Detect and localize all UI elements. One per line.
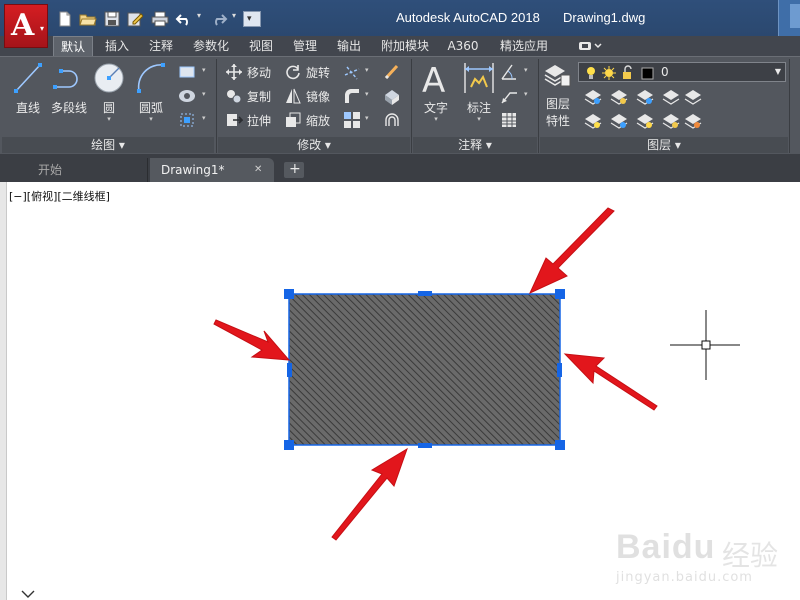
chevron-down-icon: ▾	[39, 24, 44, 33]
watermark-brand: Baidu	[616, 528, 716, 566]
autocad-logo-icon: A	[11, 8, 35, 43]
arrow-bottom	[331, 447, 408, 541]
application-menu-button[interactable]: A ▾	[4, 4, 48, 48]
crosshair-cursor-icon	[670, 310, 740, 380]
arrow-right	[563, 353, 658, 411]
grip-bottom-mid	[418, 443, 432, 448]
watermark-url: jingyan.baidu.com	[616, 570, 753, 585]
arrow-top-right	[528, 207, 615, 295]
watermark: Baidu 经验 jingyan.baidu.com	[612, 508, 792, 588]
grip-top-left	[284, 289, 294, 299]
grip-top-mid	[418, 291, 432, 296]
chevron-down-icon[interactable]	[20, 588, 36, 600]
grip-right-mid	[557, 363, 562, 377]
arrow-left	[213, 319, 291, 361]
grip-top-right	[555, 289, 565, 299]
watermark-cn: 经验	[722, 539, 779, 572]
grip-left-mid	[287, 363, 292, 377]
hatched-rectangle[interactable]	[288, 293, 561, 446]
grip-bottom-right	[555, 440, 565, 450]
grip-bottom-left	[284, 440, 294, 450]
